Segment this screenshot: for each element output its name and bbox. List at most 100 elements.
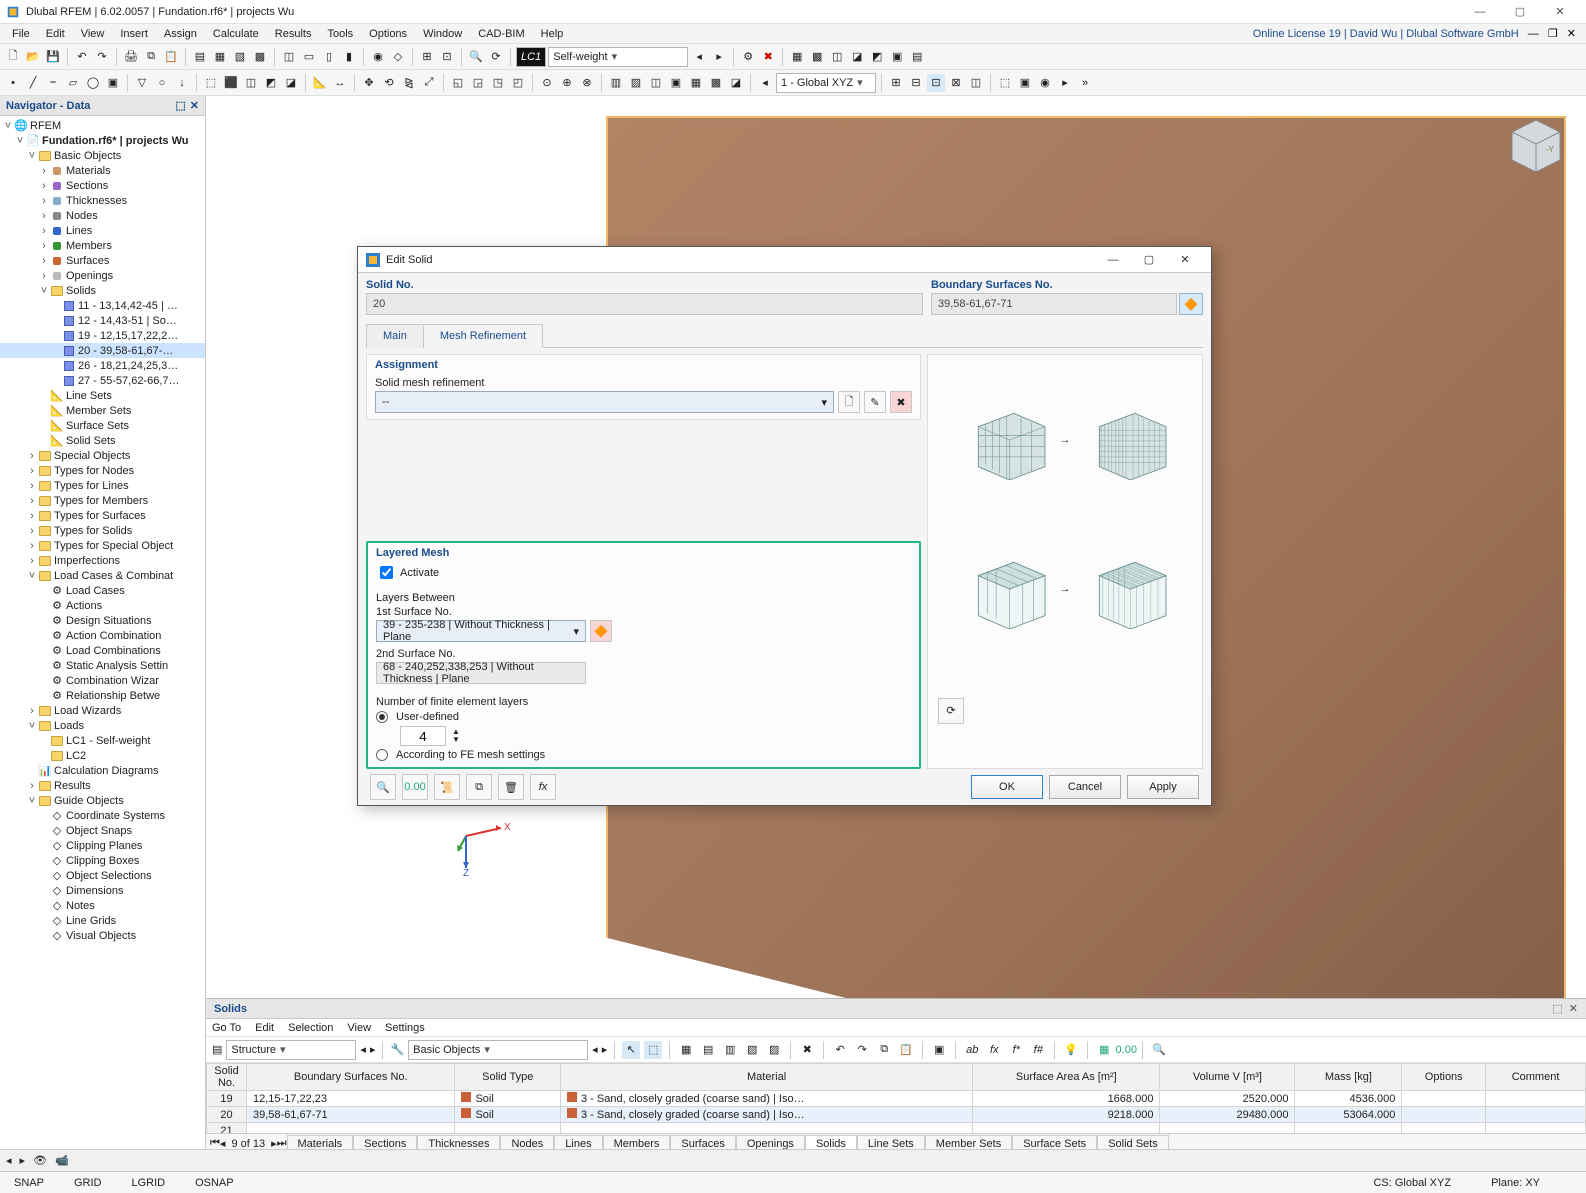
tb-wire[interactable]: ◇ — [389, 48, 407, 66]
dlg-script-button[interactable]: 📜 — [434, 774, 460, 800]
tree-guide-item[interactable]: Visual Objects — [66, 930, 136, 942]
tree-lcc-item[interactable]: Static Analysis Settin — [66, 660, 168, 672]
lpt-row3[interactable]: ▥ — [721, 1041, 739, 1059]
menu-tools[interactable]: Tools — [319, 26, 361, 42]
lpt-prev[interactable]: ◂ — [360, 1043, 366, 1056]
lpt-next[interactable]: ▸ — [370, 1043, 376, 1056]
tree-project[interactable]: Fundation.rf6* | projects Wu — [42, 135, 189, 147]
col-area[interactable]: Surface Area As [m²] — [973, 1064, 1160, 1091]
tm-f6[interactable]: ▩ — [707, 74, 725, 92]
tm-c[interactable]: ◫ — [242, 74, 260, 92]
tree-item[interactable]: Openings — [66, 270, 113, 282]
bb-prev[interactable]: ◂ — [6, 1154, 12, 1167]
tb-redo[interactable]: ↷ — [93, 48, 111, 66]
lc-next[interactable]: ▸ — [710, 48, 728, 66]
window-minimize[interactable]: — — [1460, 1, 1500, 23]
tree-folder[interactable]: Types for Members — [54, 495, 148, 507]
tree-solid-item[interactable]: 19 - 12,15,17,22,2… — [78, 330, 178, 342]
tb-top[interactable]: ▭ — [300, 48, 318, 66]
tb-calc[interactable]: ⚙ — [739, 48, 757, 66]
tm-open[interactable]: ◯ — [84, 74, 102, 92]
tm-s3[interactable]: ◳ — [489, 74, 507, 92]
tree-lcc-item[interactable]: Combination Wizar — [66, 675, 159, 687]
preview-reset-button[interactable]: ⟳ — [938, 698, 964, 724]
spinner-icon[interactable]: ▲▼ — [452, 728, 460, 744]
tree-calc-diag[interactable]: Calculation Diagrams — [54, 765, 159, 777]
dlg-delete-button[interactable]: 🗑 — [498, 774, 524, 800]
tree-item[interactable]: Line Sets — [66, 390, 112, 402]
table-row[interactable]: 2039,58-61,67-71Soil3 - Sand, closely gr… — [207, 1107, 1586, 1123]
tm-g4[interactable]: ⊠ — [947, 74, 965, 92]
menu-help[interactable]: Help — [533, 26, 572, 42]
tree-lcc[interactable]: Load Cases & Combinat — [54, 570, 173, 582]
window-close[interactable]: ✕ — [1540, 1, 1580, 23]
tm-meas[interactable]: 📐 — [311, 74, 329, 92]
tree-folder[interactable]: Special Objects — [54, 450, 130, 462]
tree-item[interactable]: Lines — [66, 225, 92, 237]
dialog-minimize[interactable]: — — [1095, 248, 1131, 272]
lpt-struct-icon[interactable]: ▤ — [212, 1043, 222, 1056]
lpt-xls[interactable]: ▦ — [1095, 1041, 1113, 1059]
tm-mem[interactable]: ⎯ — [44, 74, 62, 92]
tb-zoom[interactable]: 🔍 — [467, 48, 485, 66]
tree-solid-item[interactable]: 20 - 39,58-61,67-… — [78, 345, 173, 357]
tree-folder[interactable]: Types for Lines — [54, 480, 129, 492]
tree-item[interactable]: Sections — [66, 180, 108, 192]
lpt-row2[interactable]: ▤ — [699, 1041, 717, 1059]
tm-dim[interactable]: ↔ — [331, 74, 349, 92]
table-row[interactable]: 1912,15-17,22,23Soil3 - Sand, closely gr… — [207, 1091, 1586, 1107]
tm-node[interactable]: • — [4, 74, 22, 92]
tm-mir[interactable]: ⧎ — [400, 74, 418, 92]
lpt-cp[interactable]: ⧉ — [875, 1041, 893, 1059]
tree-solids[interactable]: Solids — [66, 285, 96, 297]
radio-fe-settings[interactable] — [376, 749, 388, 761]
dialog-titlebar[interactable]: Edit Solid — ▢ ✕ — [358, 247, 1211, 273]
tm-g5[interactable]: ◫ — [967, 74, 985, 92]
tree-item[interactable]: Solid Sets — [66, 435, 116, 447]
tree-loads[interactable]: Loads — [54, 720, 84, 732]
s1-dropdown[interactable]: 39 - 235-238 | Without Thickness | Plane… — [376, 620, 586, 642]
lpm-set[interactable]: Settings — [385, 1022, 425, 1034]
tree-item[interactable]: Materials — [66, 165, 111, 177]
tree-lc1[interactable]: LC1 - Self-weight — [66, 735, 150, 747]
tab-mesh-refinement[interactable]: Mesh Refinement — [423, 324, 543, 348]
lc-name[interactable]: Self-weight▾ — [548, 47, 688, 67]
tm-more[interactable]: » — [1076, 74, 1094, 92]
tb-stop[interactable]: ✖ — [759, 48, 777, 66]
tree-solid-item[interactable]: 26 - 18,21,24,25,3… — [78, 360, 178, 372]
tm-d[interactable]: ◩ — [262, 74, 280, 92]
col-solid-no[interactable]: Solid No. — [207, 1064, 247, 1091]
lpt-undo[interactable]: ↶ — [831, 1041, 849, 1059]
lpm-sel[interactable]: Selection — [288, 1022, 333, 1034]
tree-folder[interactable]: Types for Solids — [54, 525, 132, 537]
tree-lcc-item[interactable]: Design Situations — [66, 615, 152, 627]
menu-view[interactable]: View — [73, 26, 113, 42]
coord-sys[interactable]: 1 - Global XYZ▾ — [776, 73, 876, 93]
tree-item[interactable]: Surfaces — [66, 255, 109, 267]
status-snap[interactable]: SNAP — [6, 1177, 52, 1189]
col-type[interactable]: Solid Type — [455, 1064, 561, 1091]
tree-guide-item[interactable]: Clipping Planes — [66, 840, 142, 852]
lp-dock-icon[interactable]: ⬚ — [1552, 1002, 1562, 1015]
status-osnap[interactable]: OSNAP — [187, 1177, 242, 1189]
tm-f3[interactable]: ◫ — [647, 74, 665, 92]
tree-lc2[interactable]: LC2 — [66, 750, 86, 762]
tree-lcc-item[interactable]: Load Combinations — [66, 645, 161, 657]
lpt-pst[interactable]: 📋 — [897, 1041, 915, 1059]
col-mat[interactable]: Material — [561, 1064, 973, 1091]
tm-f5[interactable]: ▦ — [687, 74, 705, 92]
tm-g3[interactable]: ⊡ — [927, 74, 945, 92]
bb-next[interactable]: ▸ — [20, 1154, 26, 1167]
menu-cadbim[interactable]: CAD-BIM — [470, 26, 532, 42]
tm-b[interactable]: ⬛ — [222, 74, 240, 92]
tree-lcc-item[interactable]: Relationship Betwe — [66, 690, 160, 702]
tb-iso[interactable]: ◫ — [280, 48, 298, 66]
tm-g1[interactable]: ⊞ — [887, 74, 905, 92]
lpt-basic-icon[interactable]: 🔧 — [390, 1043, 404, 1056]
tree-basic-objects[interactable]: Basic Objects — [54, 150, 121, 162]
lpt-fx4[interactable]: f# — [1029, 1041, 1047, 1059]
tree-folder[interactable]: Types for Nodes — [54, 465, 134, 477]
tm-prev[interactable]: ◂ — [756, 74, 774, 92]
smr-delete-button[interactable]: ✖ — [890, 391, 912, 413]
tm-snap1[interactable]: ⊙ — [538, 74, 556, 92]
